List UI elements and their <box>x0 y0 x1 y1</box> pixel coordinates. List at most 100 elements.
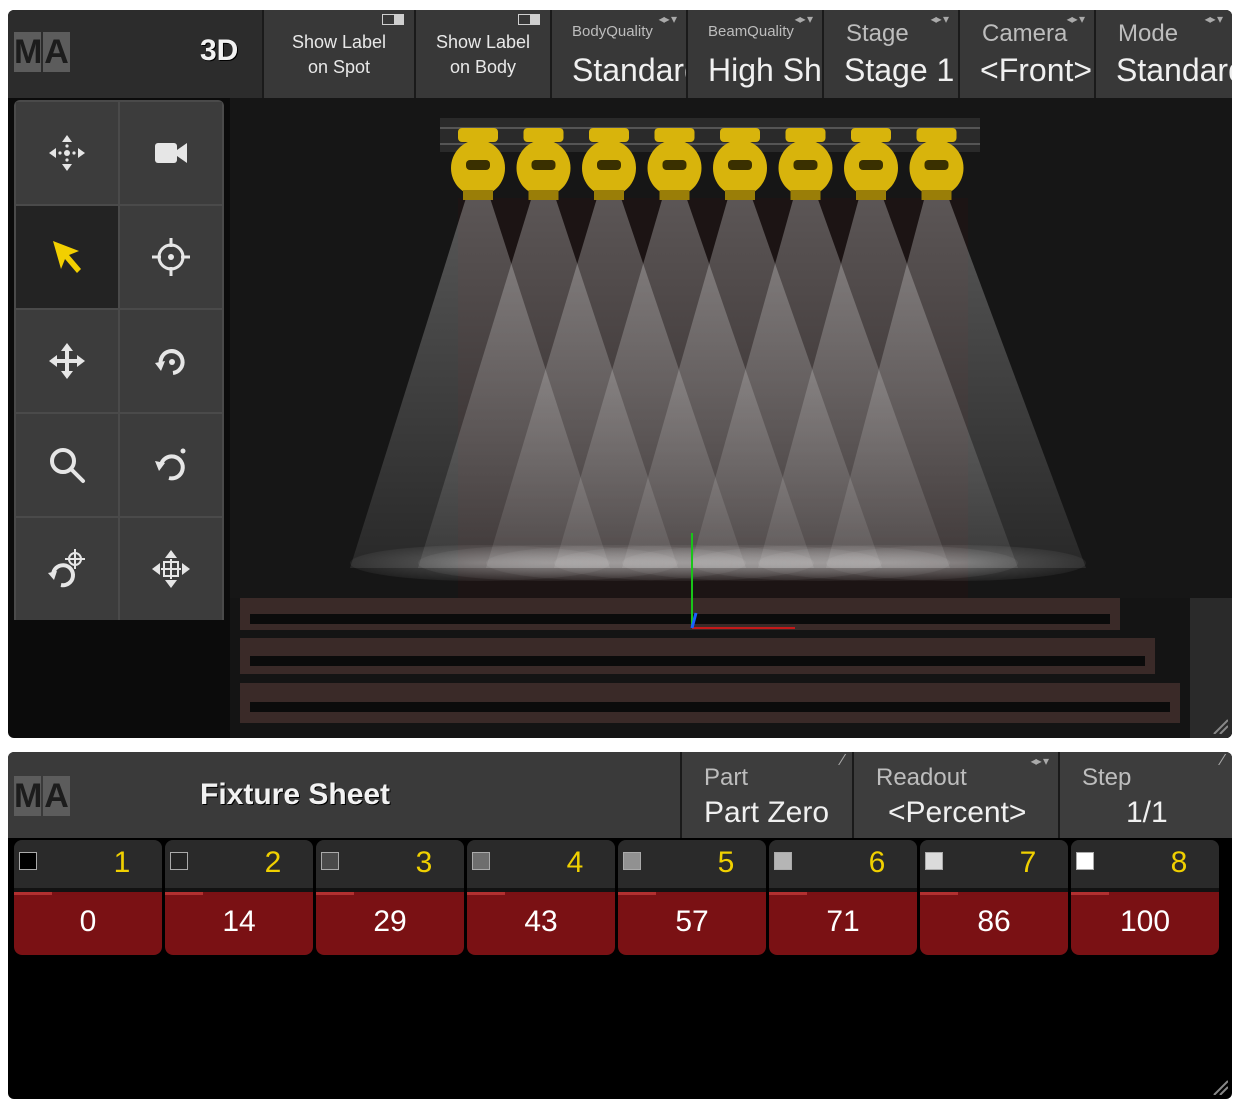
rotate-icon[interactable] <box>120 310 222 412</box>
toggle-indicator <box>518 14 540 25</box>
fixture-cell[interactable]: 2 14 <box>165 840 313 955</box>
fixture-cell[interactable]: 5 57 <box>618 840 766 955</box>
selector-label: Stage <box>846 20 909 47</box>
logo-letter-a: A <box>43 32 70 72</box>
fixture-id: 1 <box>113 846 131 879</box>
step-selector[interactable]: Step ⁄ 1/1 <box>1058 752 1232 838</box>
camera-icon[interactable] <box>120 102 222 204</box>
dimmer-value: 0 <box>14 892 162 955</box>
selector-value: Stage 1 <box>844 52 955 88</box>
fixture-id: 4 <box>566 846 584 879</box>
target-icon[interactable] <box>120 206 222 308</box>
part-selector[interactable]: Part ⁄ Part Zero <box>680 752 852 838</box>
fixture-id: 3 <box>415 846 433 879</box>
fixture-id: 8 <box>1170 846 1188 879</box>
fixture-sheet-titlebar: M A Fixture Sheet Part ⁄ Part Zero Reado… <box>8 752 1232 838</box>
fixture-cell-header: 5 <box>618 840 766 888</box>
fixture-cells: 1 0 2 14 3 29 4 43 5 57 6 71 7 86 8 100 <box>14 840 1232 955</box>
move-view-icon[interactable] <box>16 102 118 204</box>
selector-value: Part Zero <box>704 796 830 829</box>
resize-grip-icon[interactable] <box>1212 718 1228 734</box>
dimmer-value: 100 <box>1071 892 1219 955</box>
color-swatch <box>925 852 943 870</box>
fixture-cell-header: 7 <box>920 840 1068 888</box>
selector-arrows-icon: ◂▸ ▾ <box>1204 12 1223 26</box>
selector-arrows-icon: ◂▸ ▾ <box>930 12 949 26</box>
dimmer-value: 29 <box>316 892 464 955</box>
toggle-indicator <box>382 14 404 25</box>
fixture-cell-header: 8 <box>1071 840 1219 888</box>
camera-selector[interactable]: Camera ◂▸ ▾ <Front> <box>958 10 1094 98</box>
selector-arrows-icon: ◂▸ ▾ <box>794 12 813 26</box>
selector-label: Part <box>704 764 749 791</box>
toggle-label-line2: on Spot <box>307 57 371 77</box>
edit-icon: ⁄ <box>841 752 844 769</box>
logo-letter-m: M <box>14 32 43 72</box>
fixture-cell[interactable]: 8 100 <box>1071 840 1219 955</box>
move-icon[interactable] <box>16 310 118 412</box>
fixture-cell-header: 2 <box>165 840 313 888</box>
ma-logo[interactable]: M A <box>14 776 70 816</box>
toggle-label-line1: Show Label <box>291 32 387 52</box>
light-pool <box>826 545 1086 581</box>
readout-selector[interactable]: Readout ◂▸ ▾ <Percent> <box>852 752 1058 838</box>
ma-logo[interactable]: M A <box>14 32 70 72</box>
zoom-icon[interactable] <box>16 414 118 516</box>
fixture-id: 7 <box>1019 846 1037 879</box>
fixture-cell[interactable]: 1 0 <box>14 840 162 955</box>
stage-selector[interactable]: Stage ◂▸ ▾ Stage 1 <box>822 10 958 98</box>
rotate-target-icon[interactable] <box>16 518 118 620</box>
color-swatch <box>623 852 641 870</box>
body-quality-selector[interactable]: BodyQuality ◂▸ ▾ Standard <box>550 10 686 98</box>
dimmer-value: 14 <box>165 892 313 955</box>
color-swatch <box>170 852 188 870</box>
edit-icon: ⁄ <box>1221 752 1224 769</box>
selector-value: Standard <box>1116 52 1232 88</box>
logo-letter-a: A <box>43 776 70 816</box>
selector-label: BeamQuality <box>708 23 794 40</box>
dimmer-value: 86 <box>920 892 1068 955</box>
show-label-on-body-toggle[interactable]: Show Label on Body <box>414 10 550 98</box>
tool-palette <box>14 100 224 620</box>
selector-value: <Front> <box>980 52 1093 88</box>
selector-label: BodyQuality <box>572 23 653 40</box>
toggle-label-line1: Show Label <box>435 32 531 52</box>
view-title: 3D <box>200 34 239 67</box>
rotate-ccw-icon[interactable] <box>120 414 222 516</box>
dimmer-value: 43 <box>467 892 615 955</box>
selector-value: <Percent> <box>888 796 1027 829</box>
fixture-cell[interactable]: 4 43 <box>467 840 615 955</box>
color-swatch <box>1076 852 1094 870</box>
fixture-cell[interactable]: 7 86 <box>920 840 1068 955</box>
select-arrow-icon[interactable] <box>16 206 118 308</box>
fixture-cell-header: 6 <box>769 840 917 888</box>
fixture-cell-header: 3 <box>316 840 464 888</box>
fixture-sheet-window: M A Fixture Sheet Part ⁄ Part Zero Reado… <box>8 752 1232 1099</box>
fixture-id: 2 <box>264 846 282 879</box>
color-swatch <box>774 852 792 870</box>
dimmer-value: 57 <box>618 892 766 955</box>
color-swatch <box>19 852 37 870</box>
logo-letter-m: M <box>14 776 43 816</box>
selector-label: Camera <box>982 20 1068 47</box>
mode-selector[interactable]: Mode ◂▸ ▾ Standard <box>1094 10 1232 98</box>
fixture-id: 6 <box>868 846 886 879</box>
color-swatch <box>321 852 339 870</box>
toggle-label-line2: on Body <box>449 57 517 77</box>
fixture-cell-header: 1 <box>14 840 162 888</box>
selector-value: 1/1 <box>1126 796 1168 829</box>
3d-stage-viewport[interactable] <box>230 98 1232 738</box>
3d-view-titlebar: M A 3D Show Label on Spot Show Label on … <box>8 10 1232 98</box>
move-center-icon[interactable] <box>120 518 222 620</box>
fixture-cell[interactable]: 6 71 <box>769 840 917 955</box>
fixture-cell-header: 4 <box>467 840 615 888</box>
selector-arrows-icon: ◂▸ ▾ <box>1066 12 1085 26</box>
resize-grip-icon[interactable] <box>1212 1079 1228 1095</box>
selector-label: Mode <box>1118 20 1179 47</box>
sheet-title: Fixture Sheet <box>200 778 391 811</box>
selector-label: Step <box>1082 764 1132 791</box>
selector-value: High Sha <box>708 52 822 88</box>
beam-quality-selector[interactable]: BeamQuality ◂▸ ▾ High Sha <box>686 10 822 98</box>
show-label-on-spot-toggle[interactable]: Show Label on Spot <box>262 10 414 98</box>
fixture-cell[interactable]: 3 29 <box>316 840 464 955</box>
